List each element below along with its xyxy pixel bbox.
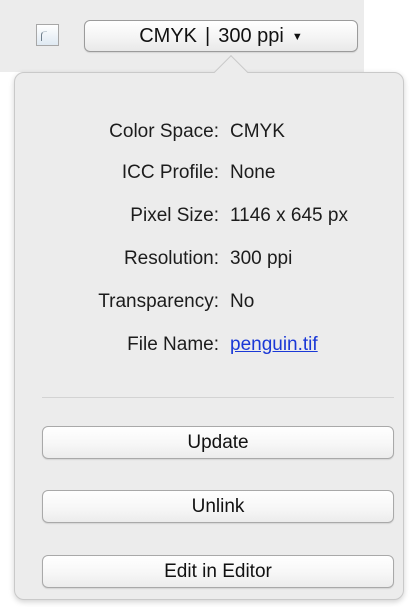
icc-profile-label: ICC Profile: <box>121 162 219 183</box>
info-row-color-space: Color Space: CMYK <box>14 118 404 146</box>
unlink-button[interactable]: Unlink <box>42 490 394 523</box>
transparency-value: No <box>230 291 255 312</box>
info-row-icc-profile: ICC Profile: None <box>14 159 404 187</box>
update-button[interactable]: Update <box>42 426 394 459</box>
color-mode-label: CMYK <box>139 24 198 47</box>
popover-pointer-cover <box>204 73 258 87</box>
file-name-label: File Name: <box>127 334 219 355</box>
info-row-resolution: Resolution: 300 ppi <box>14 245 404 273</box>
color-mode-dropdown[interactable]: CMYK | 300 ppi ▼ <box>84 20 358 52</box>
transparency-label: Transparency: <box>98 291 219 312</box>
toolbar-strip: CMYK | 300 ppi ▼ <box>0 0 364 72</box>
resolution-value: 300 ppi <box>230 248 293 269</box>
info-row-pixel-size: Pixel Size: 1146 x 645 px <box>14 202 404 230</box>
icc-profile-value: None <box>230 162 276 183</box>
color-space-label: Color Space: <box>109 121 219 142</box>
chevron-down-icon: ▼ <box>291 31 303 43</box>
info-row-transparency: Transparency: No <box>14 288 404 316</box>
image-thumbnail-icon[interactable] <box>36 24 59 46</box>
resolution-label: 300 ppi <box>218 24 284 47</box>
resolution-info-label: Resolution: <box>123 248 219 269</box>
edit-in-editor-button[interactable]: Edit in Editor <box>42 555 394 588</box>
file-name-link[interactable]: penguin.tif <box>230 331 318 359</box>
pixel-size-label: Pixel Size: <box>130 205 219 226</box>
mode-separator: | <box>205 24 211 47</box>
color-space-value: CMYK <box>230 121 285 142</box>
section-divider <box>42 397 394 398</box>
info-row-file-name: File Name: penguin.tif <box>14 331 404 359</box>
pixel-size-value: 1146 x 645 px <box>230 205 348 226</box>
